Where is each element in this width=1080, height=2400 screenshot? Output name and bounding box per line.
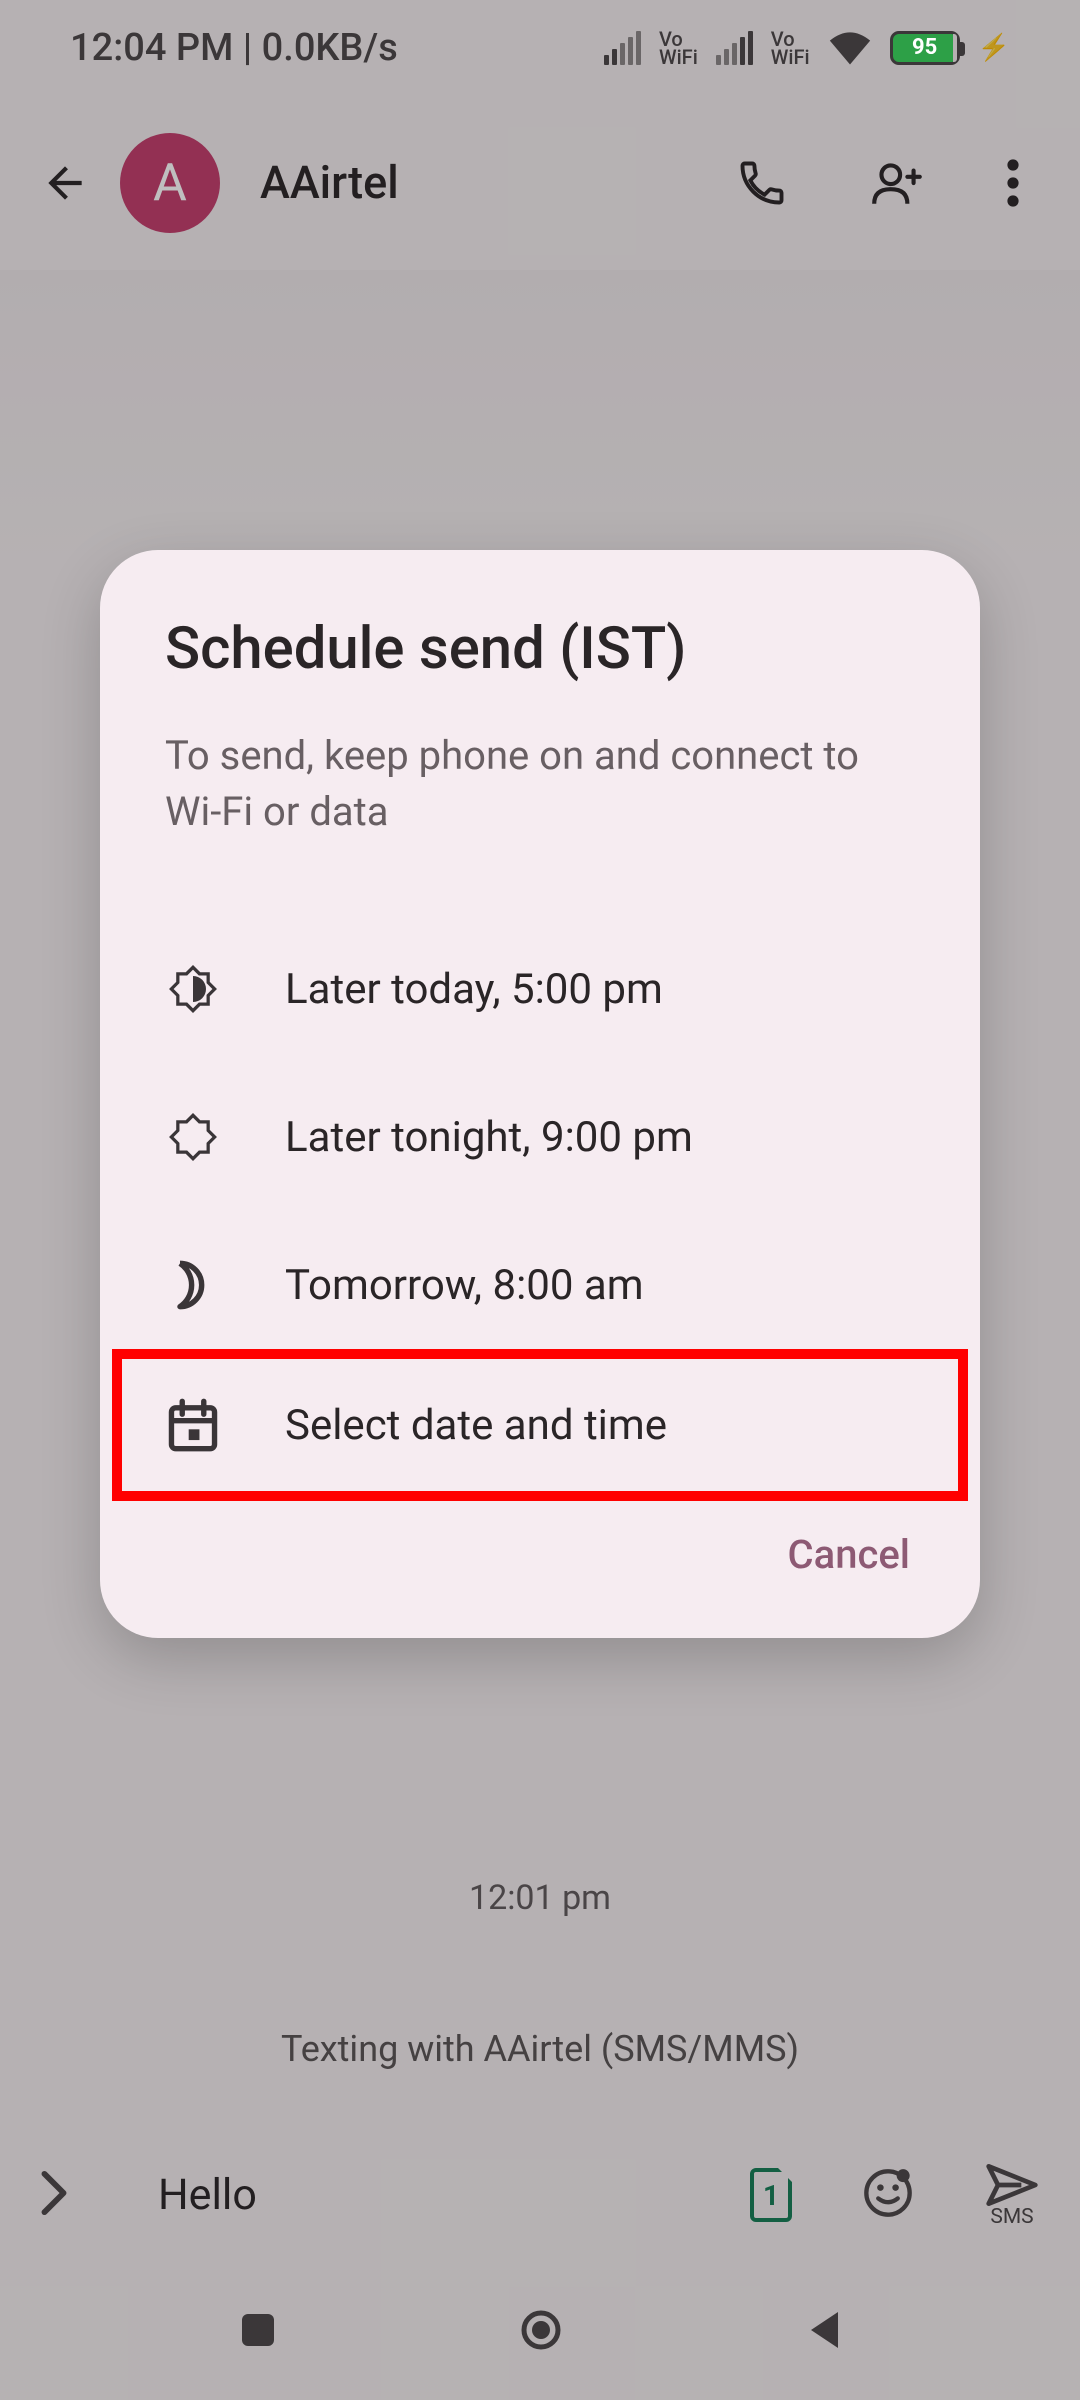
dialog-title: Schedule send (IST)	[100, 615, 980, 683]
calendar-icon	[165, 1397, 220, 1453]
option-later-tonight[interactable]: Later tonight, 9:00 pm	[100, 1063, 980, 1211]
option-label: Later tonight, 9:00 pm	[285, 1113, 693, 1162]
option-label: Select date and time	[285, 1401, 667, 1450]
moon-icon	[165, 1259, 220, 1311]
brightness-icon	[165, 963, 220, 1015]
option-label: Tomorrow, 8:00 am	[285, 1261, 644, 1310]
battery-level: 95	[912, 35, 937, 60]
schedule-send-dialog: Schedule send (IST) To send, keep phone …	[100, 550, 980, 1638]
night-brightness-icon	[165, 1111, 220, 1163]
option-select-date-time[interactable]: Select date and time	[112, 1349, 968, 1501]
option-label: Later today, 5:00 pm	[285, 965, 663, 1014]
dialog-subtitle: To send, keep phone on and connect to Wi…	[100, 728, 980, 840]
option-tomorrow[interactable]: Tomorrow, 8:00 am	[100, 1211, 980, 1359]
cancel-button[interactable]: Cancel	[788, 1531, 910, 1578]
option-later-today[interactable]: Later today, 5:00 pm	[100, 915, 980, 1063]
